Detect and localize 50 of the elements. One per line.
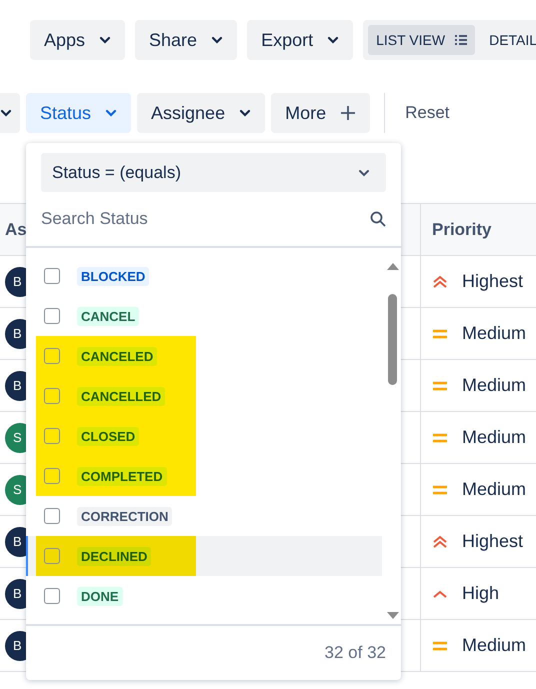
chevron-down-icon <box>211 36 224 44</box>
checkbox[interactable] <box>44 268 60 284</box>
operator-select[interactable]: Status = (equals) <box>41 153 386 192</box>
double-chevron-up-icon <box>432 534 448 548</box>
priority-text: Medium <box>462 427 526 448</box>
status-lozenge: CORRECTION <box>77 506 172 526</box>
checkbox[interactable] <box>44 588 60 604</box>
priority-text: Highest <box>462 271 524 292</box>
view-tab[interactable]: LIST VIEW <box>368 25 476 55</box>
status-option[interactable]: DECLINED <box>26 536 382 576</box>
dropdown-button[interactable]: Apps <box>30 20 126 60</box>
chevron-down-icon <box>327 36 340 44</box>
status-lozenge: CANCEL <box>77 306 140 326</box>
priority-text: Medium <box>462 375 526 396</box>
status-lozenge: CANCELLED <box>77 386 166 406</box>
search-field[interactable]: Search Status <box>41 209 370 229</box>
scroll-down-icon[interactable] <box>386 612 398 620</box>
status-lozenge: DONE <box>77 586 123 606</box>
dropdown-button[interactable]: Share <box>135 20 238 60</box>
filter-button[interactable]: Assignee <box>137 93 266 133</box>
chevron-down-icon <box>99 36 112 44</box>
more-button[interactable]: More <box>271 93 370 133</box>
checkbox[interactable] <box>44 308 60 324</box>
search-icon <box>370 211 386 227</box>
priority-text: Highest <box>462 531 524 552</box>
filter-button[interactable]: Status <box>26 93 132 133</box>
dropdown-button[interactable]: Export <box>247 20 354 60</box>
column-header: Priority <box>432 220 492 240</box>
checkbox[interactable] <box>44 508 60 524</box>
plus-icon <box>340 105 356 121</box>
chevron-down-icon <box>358 168 370 176</box>
double-chevron-up-icon <box>432 274 448 288</box>
result-count: 32 of 32 <box>324 643 386 663</box>
chevron-down-icon <box>0 109 12 117</box>
reset-button[interactable]: Reset <box>399 103 456 123</box>
priority-text: Medium <box>462 323 526 344</box>
status-lozenge: DECLINED <box>77 546 152 566</box>
list-icon <box>455 35 468 45</box>
chevron-down-icon <box>239 109 252 117</box>
chevron-down-icon <box>105 109 118 117</box>
column-header: As <box>5 220 27 240</box>
status-lozenge: COMPLETED <box>77 466 167 486</box>
scroll-up-icon[interactable] <box>386 262 398 270</box>
scrollbar-thumb[interactable] <box>388 294 397 385</box>
status-lozenge: CANCELED <box>77 346 158 366</box>
priority-text: High <box>462 583 500 604</box>
priority-text: Medium <box>462 479 526 500</box>
status-lozenge: CLOSED <box>77 426 140 446</box>
priority-text: Medium <box>462 635 526 656</box>
status-lozenge: BLOCKED <box>77 266 150 286</box>
